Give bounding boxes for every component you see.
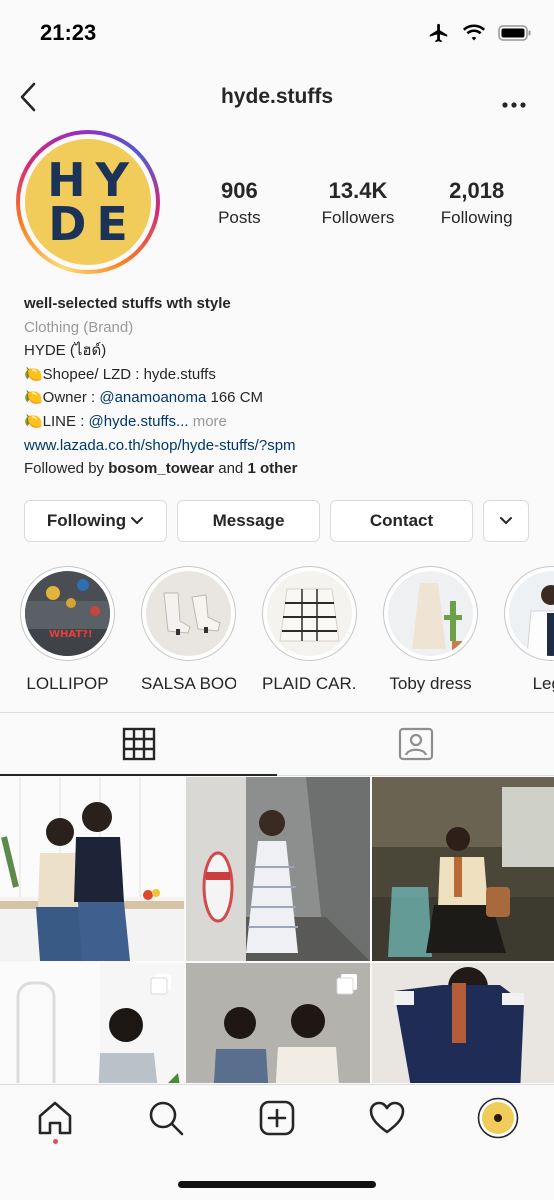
stat-posts[interactable]: 906 Posts xyxy=(180,178,299,228)
options-button[interactable] xyxy=(502,89,526,115)
logo-line-2: DE xyxy=(48,197,138,251)
message-button[interactable]: Message xyxy=(177,500,320,542)
highlight-label: LOLLIPOP xyxy=(26,674,109,693)
multiple-posts-icon xyxy=(150,974,171,995)
highlight-cover xyxy=(267,571,352,656)
highlight-cover xyxy=(388,571,473,656)
logo-line-1: HY xyxy=(47,153,139,207)
home-notification-dot xyxy=(53,1139,58,1144)
brand-logo: HY DE xyxy=(25,139,151,265)
stat-label: Following xyxy=(440,208,513,227)
highlight-cover: WHAT?! xyxy=(25,571,110,656)
highlight-label: SALSA BOO... xyxy=(141,674,236,693)
nav-search-button[interactable] xyxy=(136,1093,196,1143)
highlight-item[interactable]: Lego xyxy=(504,566,554,696)
search-icon xyxy=(149,1101,184,1136)
highlight-cover-caption: WHAT?! xyxy=(49,629,93,640)
profile-avatar-icon xyxy=(477,1097,519,1139)
highlight-cover xyxy=(146,571,231,656)
bio-text: 166 CM xyxy=(206,389,264,407)
followed-other: 1 other xyxy=(247,460,298,478)
stat-label: Followers xyxy=(321,208,395,227)
nav-new-post-button[interactable] xyxy=(247,1093,307,1143)
highlight-label: Toby dress xyxy=(389,674,472,693)
home-indicator xyxy=(178,1181,376,1188)
bio-text: 🍋Owner : xyxy=(24,389,100,407)
page-title: hyde.stuffs xyxy=(220,85,333,108)
post-grid xyxy=(0,777,554,1083)
bio-text: 🍋LINE : xyxy=(24,412,89,430)
profile-header: hyde.stuffs xyxy=(0,72,554,122)
followed-user: bosom_towear xyxy=(108,460,215,478)
story-highlights: WHAT?! LOLLIPOP SALSA BOO... xyxy=(20,566,554,696)
profile-bio: well-selected stuffs wth style Clothing … xyxy=(24,292,534,481)
nav-activity-button[interactable] xyxy=(357,1093,417,1143)
highlight-item[interactable]: Toby dress xyxy=(383,566,478,696)
highlight-item[interactable]: PLAID CAR... xyxy=(262,566,357,696)
stat-value: 13.4K xyxy=(328,178,388,203)
nav-profile-button[interactable] xyxy=(468,1093,528,1143)
more-options-icon xyxy=(502,102,526,108)
suggested-accounts-button[interactable] xyxy=(483,500,529,542)
chevron-down-icon xyxy=(500,517,512,524)
tab-tagged[interactable] xyxy=(277,713,554,776)
bio-line: 🍋LINE : @hyde.stuffs... more xyxy=(24,410,534,434)
highlight-cover xyxy=(509,571,554,656)
highlight-label: Lego xyxy=(532,674,554,693)
post-thumbnail[interactable] xyxy=(372,777,554,961)
post-thumbnail[interactable] xyxy=(186,777,370,961)
contact-button[interactable]: Contact xyxy=(330,500,473,542)
bio-mention-link[interactable]: @anamoanoma xyxy=(99,389,206,406)
stat-following[interactable]: 2,018 Following xyxy=(417,178,536,228)
post-thumbnail[interactable] xyxy=(0,777,184,961)
stat-followers[interactable]: 13.4K Followers xyxy=(299,178,418,228)
add-post-icon xyxy=(259,1100,295,1136)
multiple-posts-icon xyxy=(336,974,357,995)
post-thumbnail[interactable] xyxy=(186,963,370,1083)
highlight-item[interactable]: SALSA BOO... xyxy=(141,566,236,696)
following-button[interactable]: Following xyxy=(24,500,167,542)
bio-category: Clothing (Brand) xyxy=(24,318,134,336)
status-time: 21:23 xyxy=(40,20,97,45)
bio-line: HYDE (ไฮด์) xyxy=(24,342,107,360)
tagged-person-icon xyxy=(398,727,433,761)
message-label: Message xyxy=(212,511,285,530)
post-thumbnail[interactable] xyxy=(372,963,554,1083)
tab-grid[interactable] xyxy=(0,713,277,776)
bio-more-link[interactable]: more xyxy=(189,413,227,430)
profile-avatar[interactable]: HY DE xyxy=(16,130,160,274)
bio-mention-link[interactable]: @hyde.stuffs... xyxy=(89,413,189,430)
home-icon xyxy=(38,1101,72,1135)
contact-label: Contact xyxy=(369,511,434,530)
status-bar: 21:23 xyxy=(0,0,554,62)
stat-label: Posts xyxy=(218,208,261,227)
post-thumbnail[interactable] xyxy=(0,963,184,1083)
following-label: Following xyxy=(46,511,127,530)
airplane-icon xyxy=(429,23,448,43)
bio-line: 🍋Shopee/ LZD : hyde.stuffs xyxy=(24,365,216,383)
profile-stats: 906 Posts 13.4K Followers 2,018 Followin… xyxy=(180,178,536,228)
followed-text: Followed by xyxy=(24,460,109,478)
nav-home-button[interactable] xyxy=(25,1093,85,1143)
battery-icon xyxy=(498,25,531,41)
heart-icon xyxy=(369,1101,405,1134)
status-icons xyxy=(428,22,532,44)
profile-tabs xyxy=(0,712,554,776)
stat-value: 2,018 xyxy=(449,178,505,203)
stat-value: 906 xyxy=(220,178,258,203)
bio-name: well-selected stuffs wth style xyxy=(24,295,231,312)
profile-actions: Following Message Contact xyxy=(24,500,529,542)
bio-line: 🍋Owner : @anamoanoma 166 CM xyxy=(24,386,534,410)
followed-text: and xyxy=(214,460,248,478)
grid-icon xyxy=(122,727,155,760)
followed-by[interactable]: Followed by bosom_towear and 1 other xyxy=(24,457,534,481)
highlight-label: PLAID CAR... xyxy=(262,674,357,693)
wifi-icon xyxy=(463,24,485,41)
bottom-tab-bar xyxy=(0,1084,554,1200)
chevron-down-icon xyxy=(131,517,144,524)
bio-website-link[interactable]: www.lazada.co.th/shop/hyde-stuffs/?spm xyxy=(24,434,534,458)
highlight-item[interactable]: WHAT?! LOLLIPOP xyxy=(20,566,115,696)
